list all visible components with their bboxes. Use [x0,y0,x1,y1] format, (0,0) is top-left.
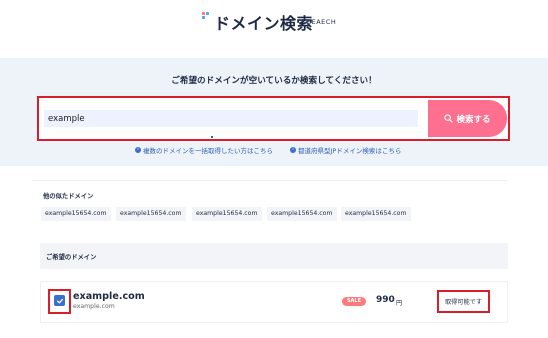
sale-badge: SALE [342,297,366,306]
similar-domain-chip[interactable]: example15654.com [192,207,262,221]
similar-domain-chip[interactable]: example15654.com [41,207,111,221]
result-domain-name: example.com [73,291,145,302]
page-title: ドメイン検索 [214,14,314,33]
prefecture-jp-link[interactable]: i 都道府県型JPドメイン検索はこちら [290,145,401,155]
search-input[interactable] [44,110,418,127]
prefecture-jp-link-label: 都道府県型JPドメイン検索はこちら [298,147,402,155]
domain-select-checkbox[interactable] [54,295,65,306]
info-icon: i [290,147,296,153]
result-price-unit: 円 [396,300,403,307]
search-button[interactable]: 検索する [428,100,507,137]
similar-domains-title: 他の似たドメイン [43,193,94,200]
search-icon [444,114,454,123]
availability-button[interactable]: 取得可能です [437,290,490,313]
similar-domain-chip[interactable]: example15654.com [267,207,337,221]
bulk-search-link[interactable]: i 複数のドメインを一括取得したい方はこちら [135,145,273,155]
bulk-search-link-label: 複数のドメインを一括取得したい方はこちら [143,147,273,155]
result-domain-sub: example.com [73,303,115,310]
desired-domain-title: ご希望のドメイン [46,254,97,261]
search-prompt: ご希望のドメインが空いているか検索してください！ [171,76,377,86]
result-price: 990 [376,295,395,305]
desired-domain-header [40,243,508,269]
checkmark-icon [56,298,63,303]
similar-domain-chip[interactable]: example15654.com [341,207,411,221]
similar-domain-chip[interactable]: example15654.com [116,207,186,221]
page-header: ドメイン検索 SEAECH [0,0,548,58]
cursor-dot [211,136,213,138]
info-icon: i [135,147,141,153]
logo-mark-icon [202,12,212,20]
page-subtitle: SEAECH [307,18,337,26]
search-button-label: 検索する [456,114,491,125]
